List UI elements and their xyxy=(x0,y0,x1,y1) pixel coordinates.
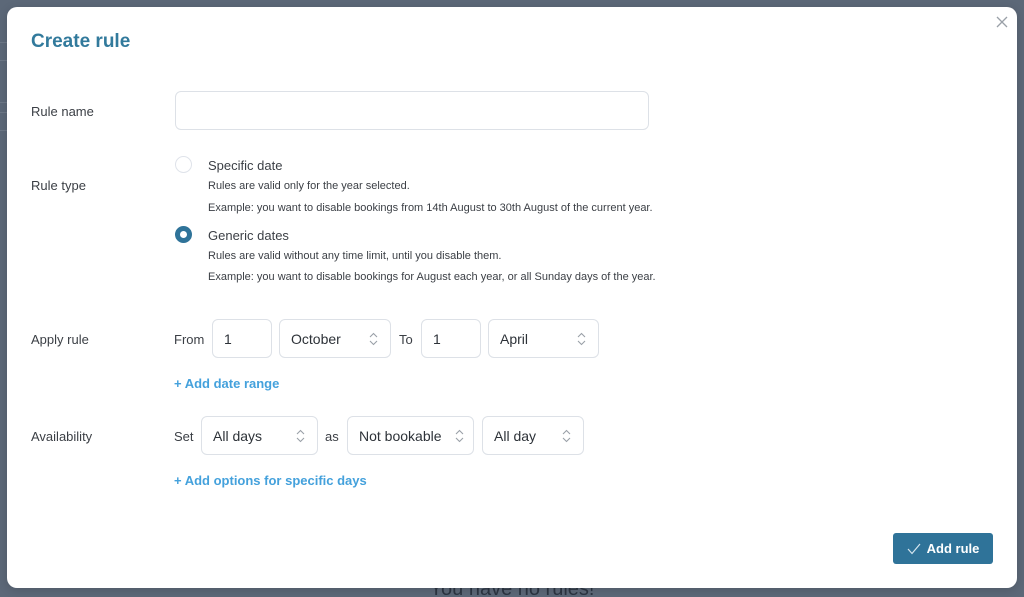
status-value: Not bookable xyxy=(359,427,442,444)
from-month-select[interactable]: October xyxy=(279,319,391,358)
to-month-select[interactable]: April xyxy=(488,319,599,358)
add-rule-button[interactable]: Add rule xyxy=(893,533,993,564)
time-value: All day xyxy=(494,427,537,444)
chevron-updown-icon xyxy=(562,429,571,443)
modal-title: Create rule xyxy=(31,31,131,52)
add-date-range-link[interactable]: + Add date range xyxy=(174,376,279,391)
check-icon xyxy=(907,543,921,554)
close-icon[interactable] xyxy=(995,15,1009,29)
chevron-updown-icon xyxy=(455,429,464,443)
create-rule-modal: Create rule Rule name Rule type Specific… xyxy=(7,7,1017,588)
rule-name-input[interactable] xyxy=(175,91,649,130)
radio-specific-date[interactable] xyxy=(175,156,192,173)
specific-date-description: Rules are valid only for the year select… xyxy=(208,180,410,192)
days-value: All days xyxy=(213,427,263,444)
chevron-updown-icon xyxy=(369,332,378,346)
from-day-value: 1 xyxy=(224,330,232,347)
from-month-value: October xyxy=(291,330,341,347)
rule-name-label: Rule name xyxy=(31,104,94,119)
to-day-input[interactable]: 1 xyxy=(421,319,481,358)
time-select[interactable]: All day xyxy=(482,416,584,455)
as-label: as xyxy=(325,429,339,444)
from-label: From xyxy=(174,332,205,347)
rule-type-label: Rule type xyxy=(31,178,86,193)
set-label: Set xyxy=(174,429,194,444)
status-select[interactable]: Not bookable xyxy=(347,416,474,455)
to-label: To xyxy=(399,332,413,347)
days-select[interactable]: All days xyxy=(201,416,318,455)
add-specific-days-link[interactable]: + Add options for specific days xyxy=(174,473,367,488)
to-day-value: 1 xyxy=(433,330,441,347)
chevron-updown-icon xyxy=(296,429,305,443)
chevron-updown-icon xyxy=(577,332,586,346)
add-rule-label: Add rule xyxy=(926,541,980,556)
apply-rule-label: Apply rule xyxy=(31,332,89,347)
generic-dates-description: Rules are valid without any time limit, … xyxy=(208,250,502,262)
to-month-value: April xyxy=(500,330,529,347)
radio-generic-dates-label[interactable]: Generic dates xyxy=(208,228,289,243)
generic-dates-example: Example: you want to disable bookings fo… xyxy=(208,271,656,283)
specific-date-example: Example: you want to disable bookings fr… xyxy=(208,202,653,214)
radio-specific-date-label[interactable]: Specific date xyxy=(208,158,282,173)
radio-generic-dates[interactable] xyxy=(175,226,192,243)
availability-label: Availability xyxy=(31,429,93,444)
from-day-input[interactable]: 1 xyxy=(212,319,272,358)
